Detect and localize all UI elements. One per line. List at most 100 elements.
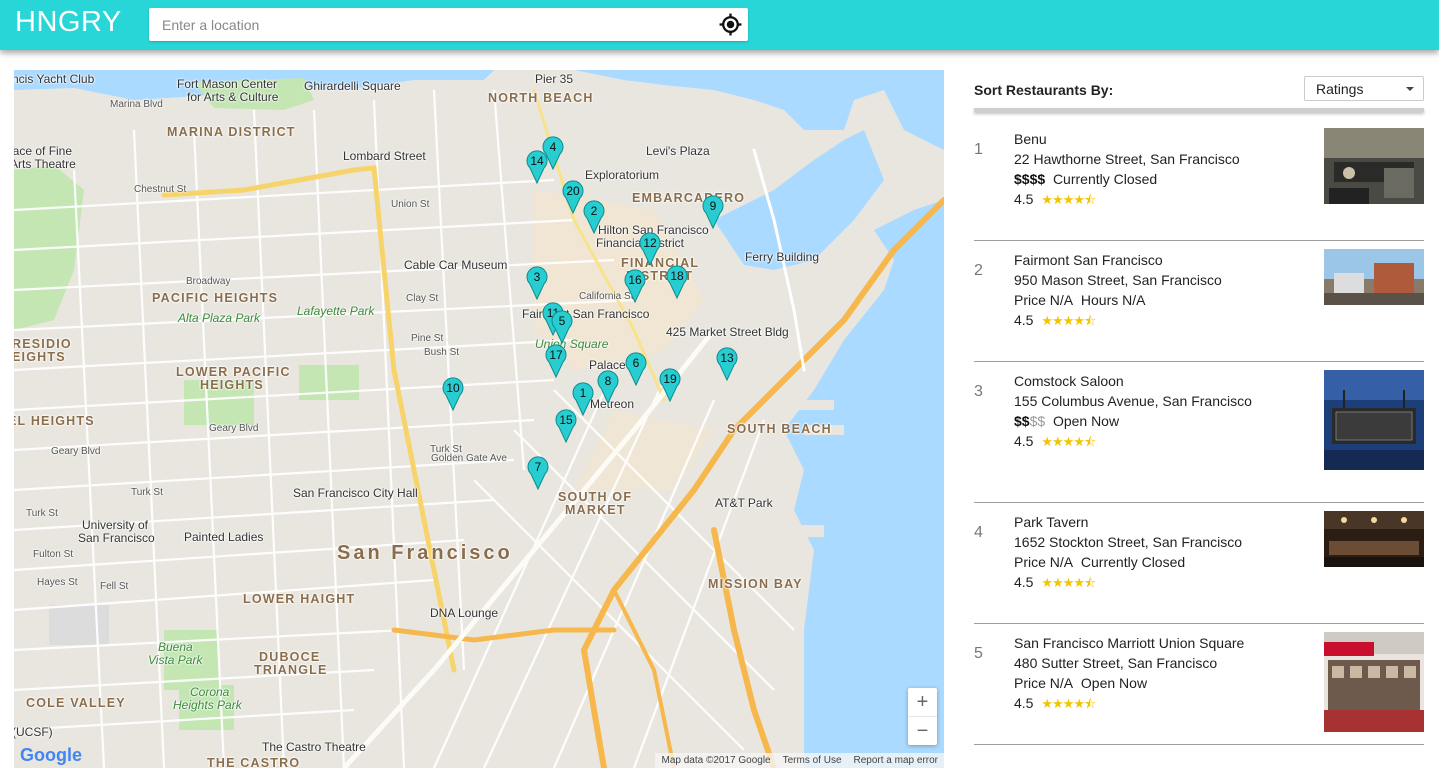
restaurant-photo[interactable] — [1324, 511, 1424, 567]
map-label-ferry-building: Ferry Building — [745, 250, 820, 264]
restaurant-list-item[interactable]: 5 San Francisco Marriott Union Square 48… — [974, 624, 1424, 745]
app-logo[interactable]: HNGRY — [15, 6, 122, 39]
restaurant-name[interactable]: Benu — [1014, 131, 1047, 147]
map-marker[interactable]: 18 — [666, 265, 688, 299]
rating-value: 4.5 — [1014, 433, 1034, 449]
map-marker[interactable]: 3 — [526, 266, 548, 300]
restaurant-list-item[interactable]: 4 Park Tavern 1652 Stockton Street, San … — [974, 503, 1424, 624]
map-label-fine-arts: lace of Fine — [14, 144, 73, 158]
map-marker[interactable]: 15 — [555, 409, 577, 443]
map-label-lombard: Lombard Street — [343, 149, 426, 163]
restaurant-rank: 4 — [974, 524, 983, 541]
map-label-425-market: 425 Market Street Bldg — [666, 325, 789, 339]
price-level: $$$$ — [1014, 171, 1046, 187]
map-label-lafayette: Lafayette Park — [297, 304, 375, 318]
restaurant-name[interactable]: Comstock Saloon — [1014, 373, 1124, 389]
restaurant-name[interactable]: Fairmont San Francisco — [1014, 252, 1163, 268]
map-label-cole-valley: COLE VALLEY — [26, 696, 126, 710]
my-location-icon[interactable] — [718, 12, 743, 37]
location-search-input[interactable] — [149, 8, 709, 41]
map-label-chestnut: Chestnut St — [134, 184, 187, 195]
map-marker[interactable]: 2 — [583, 200, 605, 234]
sort-dropdown[interactable]: Ratings — [1304, 76, 1424, 101]
restaurant-meta: Price N/A Open Now — [1014, 675, 1147, 691]
restaurant-photo[interactable] — [1324, 632, 1424, 732]
restaurant-address: 22 Hawthorne Street, San Francisco — [1014, 151, 1240, 167]
restaurant-name[interactable]: San Francisco Marriott Union Square — [1014, 635, 1244, 651]
map-label-pacific-heights: PACIFIC HEIGHTS — [152, 291, 279, 305]
sort-label: Sort Restaurants By: — [974, 82, 1114, 98]
map-label-north-beach: NORTH BEACH — [488, 91, 594, 105]
map-marker[interactable]: 19 — [659, 368, 681, 402]
open-status: Hours N/A — [1080, 292, 1146, 308]
zoom-in-button[interactable]: + — [908, 688, 937, 717]
map-marker[interactable]: 4 — [542, 136, 564, 170]
terms-link[interactable]: Terms of Use — [783, 755, 842, 766]
restaurant-rating: 4.5 ★★★★⯪ — [1014, 312, 1096, 334]
map-label-turk-2: Turk St — [131, 487, 163, 498]
zoom-controls: + − — [908, 688, 937, 745]
map-label-dna-lounge: DNA Lounge — [430, 606, 499, 620]
star-rating-icon: ★★★★⯪ — [1041, 575, 1096, 590]
restaurant-list: 1 Benu 22 Hawthorne Street, San Francisc… — [974, 120, 1424, 745]
map-label-the-castro: THE CASTRO — [207, 756, 301, 768]
restaurant-name[interactable]: Park Tavern — [1014, 514, 1088, 530]
open-status: Currently Closed — [1052, 171, 1158, 187]
restaurant-list-item[interactable]: 3 Comstock Saloon 155 Columbus Avenue, S… — [974, 362, 1424, 503]
map-marker[interactable]: 12 — [639, 232, 661, 266]
restaurant-photo[interactable] — [1324, 128, 1424, 204]
price-text: Price N/A — [1014, 292, 1074, 308]
map-label-ghirardelli: Ghirardelli Square — [304, 79, 401, 93]
restaurant-map[interactable]: ncis Yacht Club Fort Mason Center for Ar… — [14, 70, 944, 768]
map-label-corona-2: Heights Park — [173, 698, 242, 712]
map-marker[interactable]: 20 — [562, 180, 584, 214]
restaurant-list-item[interactable]: 2 Fairmont San Francisco 950 Mason Stree… — [974, 241, 1424, 362]
map-marker[interactable]: 6 — [625, 352, 647, 386]
star-rating-icon: ★★★★⯪ — [1041, 192, 1096, 207]
map-attribution: Map data ©2017 Google Terms of Use Repor… — [655, 753, 944, 768]
restaurant-address: 155 Columbus Avenue, San Francisco — [1014, 393, 1252, 409]
map-label-presidio-heights-2: EIGHTS — [14, 350, 66, 364]
map-label-mission-bay: MISSION BAY — [708, 577, 803, 591]
map-label-duboce-2: TRIANGLE — [254, 663, 328, 677]
map-label-south-of-market-2: MARKET — [565, 503, 626, 517]
map-label-buena-vista-2: Vista Park — [148, 653, 203, 667]
map-label-lower-haight: LOWER HAIGHT — [243, 592, 356, 606]
restaurant-photo[interactable] — [1324, 249, 1424, 305]
caret-down-icon — [1406, 87, 1414, 91]
map-label-city-hall: San Francisco City Hall — [293, 486, 418, 500]
report-map-error-link[interactable]: Report a map error — [854, 755, 938, 766]
map-label-alta-plaza: Alta Plaza Park — [178, 311, 261, 325]
map-marker[interactable]: 5 — [551, 310, 573, 344]
map-label-fell: Fell St — [100, 581, 129, 592]
restaurant-address: 1652 Stockton Street, San Francisco — [1014, 534, 1243, 550]
restaurant-address: 950 Mason Street, San Francisco — [1014, 272, 1222, 288]
open-status: Open Now — [1080, 675, 1148, 691]
map-label-turk-3: Turk St — [26, 508, 58, 519]
map-label-duboce: DUBOCE — [259, 650, 321, 664]
map-label-usf: University of — [82, 518, 149, 532]
map-marker[interactable]: 7 — [527, 456, 549, 490]
restaurant-meta: $$$$ Currently Closed — [1014, 171, 1157, 187]
map-label-geary: Geary Blvd — [209, 423, 259, 434]
google-logo: Google — [20, 745, 82, 765]
map-marker[interactable]: 17 — [545, 344, 567, 378]
map-marker[interactable]: 13 — [716, 347, 738, 381]
star-rating-icon: ★★★★⯪ — [1041, 434, 1096, 449]
map-marker[interactable]: 9 — [702, 195, 724, 229]
restaurant-rank: 1 — [974, 141, 983, 158]
map-marker[interactable]: 8 — [597, 370, 619, 404]
map-label-heights: EL HEIGHTS — [14, 414, 95, 428]
map-label-san-francisco: San Francisco — [337, 542, 513, 564]
restaurant-list-item[interactable]: 1 Benu 22 Hawthorne Street, San Francisc… — [974, 120, 1424, 241]
restaurant-photo[interactable] — [1324, 370, 1424, 470]
zoom-out-button[interactable]: − — [908, 717, 937, 745]
rating-value: 4.5 — [1014, 191, 1034, 207]
restaurant-address: 480 Sutter Street, San Francisco — [1014, 655, 1218, 671]
map-marker[interactable]: 10 — [442, 377, 464, 411]
map-label-lower-pacific: LOWER PACIFIC — [176, 365, 291, 379]
map-label-pine: Pine St — [411, 333, 444, 344]
map-label-geary-2: Geary Blvd — [51, 446, 101, 457]
map-marker[interactable]: 16 — [624, 269, 646, 303]
map-label-marina-blvd: Marina Blvd — [110, 99, 163, 110]
